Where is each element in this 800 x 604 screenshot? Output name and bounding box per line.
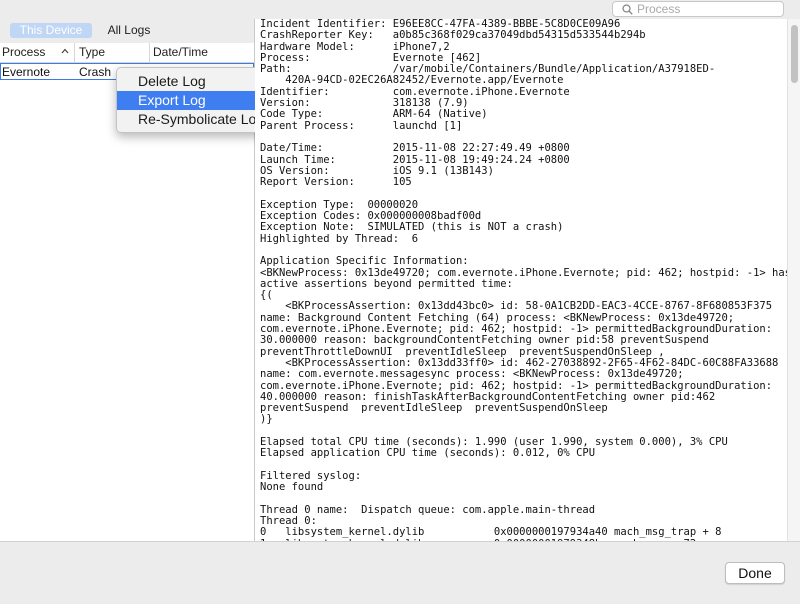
log-scrollbar[interactable] [787, 19, 800, 541]
log-detail-pane[interactable]: Incident Identifier: E96EE8CC-47FA-4389-… [255, 19, 787, 541]
sort-ascending-icon[interactable] [61, 48, 69, 54]
log-list-background [0, 62, 254, 541]
scrollbar-thumb[interactable] [791, 25, 798, 83]
column-header-type[interactable]: Type [79, 45, 105, 59]
table-header: Process Type Date/Time [0, 43, 254, 63]
column-divider[interactable] [74, 43, 75, 62]
search-placeholder: Process [637, 2, 681, 16]
tab-all-logs[interactable]: All Logs [100, 23, 158, 38]
search-icon [622, 4, 633, 15]
done-button[interactable]: Done [725, 562, 785, 584]
toolbar: Process [0, 0, 800, 19]
column-header-process[interactable]: Process [2, 45, 45, 59]
scope-segmented-control: This Device All Logs [0, 19, 254, 43]
footer-bar: Done [0, 541, 800, 604]
column-header-date-time[interactable]: Date/Time [153, 45, 208, 59]
crash-log-text: Incident Identifier: E96EE8CC-47FA-4389-… [260, 19, 787, 541]
cell-process: Evernote [2, 65, 51, 79]
cell-type: Crash [79, 65, 112, 79]
column-divider[interactable] [149, 43, 150, 62]
tab-this-device[interactable]: This Device [10, 23, 92, 38]
search-field[interactable]: Process [612, 1, 784, 17]
